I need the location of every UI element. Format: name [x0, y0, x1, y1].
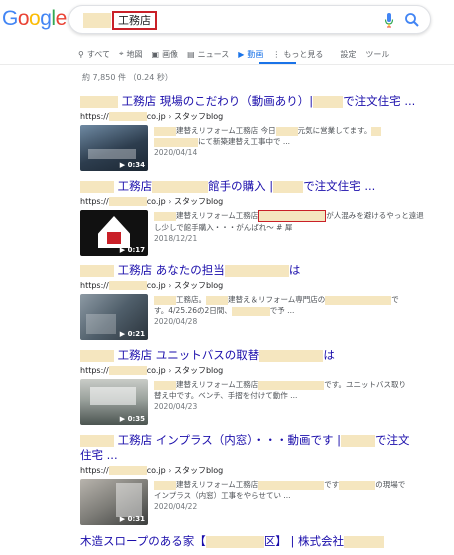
- tab-settings[interactable]: 設定: [340, 45, 356, 63]
- search-result: 工務店 現場のこだわり（動画あり）| で注文住宅 ... https://co.j…: [80, 94, 430, 175]
- tab-more[interactable]: ⋮ もっと見る: [272, 45, 323, 63]
- search-input[interactable]: 工務店: [112, 11, 157, 30]
- tab-label: 設定: [340, 49, 357, 59]
- result-date: 2020/04/23: [154, 402, 198, 411]
- result-stats: 約 7,850 件 （0.24 秒）: [82, 73, 173, 82]
- video-duration: ▶ 0:35: [119, 415, 145, 423]
- redacted-block: [83, 13, 111, 28]
- tab-label: 動画: [247, 49, 264, 59]
- video-thumbnail[interactable]: ▶ 0:34: [80, 125, 148, 171]
- video-duration: ▶ 0:34: [119, 161, 145, 169]
- result-title[interactable]: 工務店 現場のこだわり（動画あり）| で注文住宅 ...: [80, 94, 430, 109]
- map-pin-icon: ⌖: [118, 49, 124, 58]
- search-result: 木造スロープのある家【 区】 | 株式会社: [80, 534, 430, 549]
- result-url[interactable]: https://co.jp › スタッフblog: [80, 280, 430, 291]
- tab-tools[interactable]: ツール: [365, 45, 389, 63]
- tab-label: ツール: [365, 49, 390, 59]
- video-thumbnail[interactable]: ▶ 0:21: [80, 294, 148, 340]
- search-result: 工務店 あなたの担当は https://co.jp › スタッフblog ▶ 0…: [80, 263, 430, 344]
- tab-news[interactable]: ▤ ニュース: [187, 45, 229, 63]
- video-duration: ▶ 0:17: [119, 246, 145, 254]
- tab-label: 地図: [126, 49, 143, 59]
- search-icon[interactable]: [404, 12, 420, 28]
- result-date: 2018/12/21: [154, 234, 198, 243]
- microphone-icon[interactable]: [384, 13, 394, 28]
- result-snippet: 建替えリフォーム工務店 です。ユニットバス取り 替え中です。ベンチ、手摺を付けて動…: [154, 380, 407, 411]
- video-thumbnail[interactable]: ▶ 0:31: [80, 479, 148, 525]
- result-snippet: 建替えリフォーム工務店 今日 元気に営業してます。 にて新築建替え工事中で ...…: [154, 125, 430, 158]
- result-url[interactable]: https://co.jp › スタッフblog: [80, 111, 430, 122]
- tab-videos[interactable]: ▶ 動画: [238, 45, 263, 63]
- header-divider: [0, 64, 454, 65]
- result-snippet: 建替えリフォーム工務店 です の現場で インプラス（内窓）工事をやらせてい ... …: [154, 480, 406, 511]
- result-title[interactable]: 工務店 インプラス（内窓）・・・動画です | で注文 住宅 ...: [80, 433, 430, 463]
- result-date: 2020/04/14: [154, 148, 198, 157]
- news-icon: ▤: [187, 49, 195, 59]
- google-logo[interactable]: Google: [2, 7, 67, 31]
- more-vert-icon: ⋮: [272, 49, 281, 59]
- search-result: 工務店 インプラス（内窓）・・・動画です | で注文 住宅 ... https:/…: [80, 433, 430, 529]
- result-url[interactable]: https://co.jp › スタッフblog: [80, 196, 430, 207]
- result-title[interactable]: 工務店 あなたの担当は: [80, 263, 430, 278]
- result-url[interactable]: https://co.jp › スタッフblog: [80, 365, 430, 376]
- video-duration: ▶ 0:21: [119, 330, 145, 338]
- tab-all[interactable]: ⚲ すべて: [78, 45, 110, 63]
- result-title[interactable]: 工務店 ユニットバスの取替は: [80, 348, 430, 363]
- tab-label: もっと見る: [283, 49, 324, 59]
- video-thumbnail[interactable]: ▶ 0:35: [80, 379, 148, 425]
- tab-images[interactable]: ▣ 画像: [152, 45, 179, 63]
- image-icon: ▣: [151, 49, 160, 59]
- result-date: 2020/04/28: [154, 317, 198, 326]
- video-thumbnail[interactable]: ▶ 0:17: [80, 210, 148, 256]
- tab-label: すべて: [86, 49, 110, 59]
- search-box[interactable]: 工務店: [68, 5, 431, 34]
- video-duration: ▶ 0:31: [119, 515, 145, 523]
- tab-maps[interactable]: ⌖ 地図: [119, 45, 143, 63]
- result-snippet: 工務店。 建替え＆リフォーム専門店ので す。4/25.26の2日間、 で予 ... …: [154, 295, 399, 326]
- result-title[interactable]: 工務店 館手の購入 | で注文住宅 ...: [80, 179, 430, 194]
- result-snippet: 建替えリフォーム工務店 が人混みを避けるやっと遠退 し少しで館手購入・・・がんばれ…: [154, 210, 424, 243]
- result-url[interactable]: https://co.jp › スタッフblog: [80, 465, 430, 476]
- search-result: 工務店 ユニットバスの取替は https://co.jp › スタッフblog …: [80, 348, 430, 429]
- search-result: 工務店 館手の購入 | で注文住宅 ... https://co.jp › スタッフ…: [80, 179, 430, 260]
- search-tabs: ⚲ すべて ⌖ 地図 ▣ 画像 ▤ ニュース ▶ 動画 ⋮ もっと見る 設定 ツ…: [78, 45, 398, 63]
- result-title[interactable]: 木造スロープのある家【 区】 | 株式会社: [80, 534, 430, 549]
- search-icon: ⚲: [78, 49, 84, 59]
- tab-label: ニュース: [197, 49, 230, 59]
- result-date: 2020/04/22: [154, 502, 198, 511]
- tab-label: 画像: [162, 49, 179, 59]
- video-icon: ▶: [238, 49, 245, 59]
